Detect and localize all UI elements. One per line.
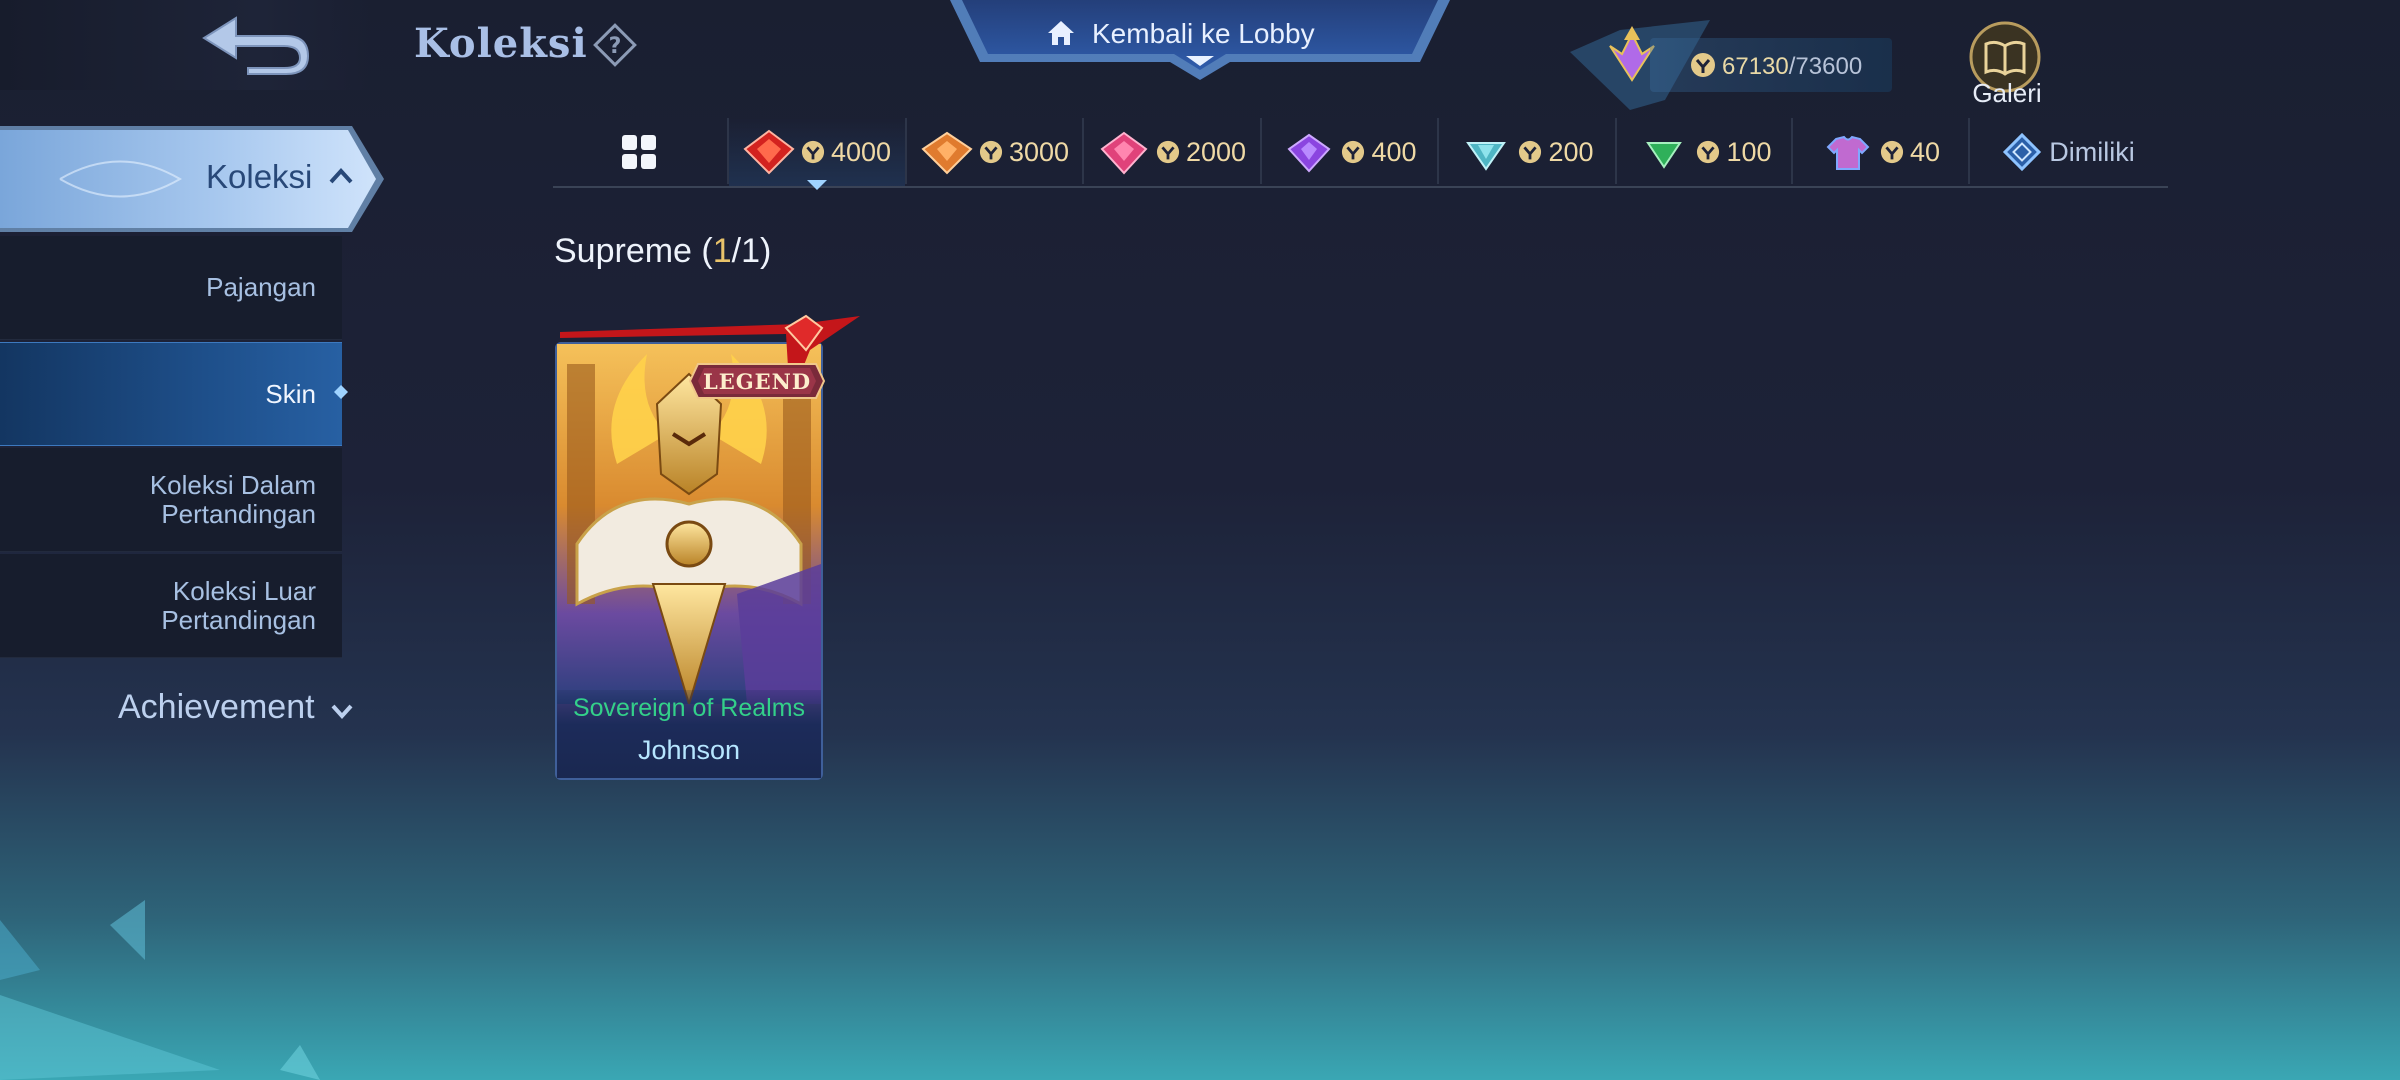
elite-gem-icon [1646,142,1683,169]
grid-icon [622,135,656,169]
tab-tier-400[interactable]: 400 [1262,118,1438,186]
tab-value: 3000 [1008,136,1070,167]
tab-dimiliki[interactable]: Dimiliki [1970,118,2166,186]
sidebar-item-label: Skin [265,378,316,409]
tab-tier-40[interactable]: 40 [1793,118,1969,186]
skin-name: Sovereign of Realms [572,694,806,722]
tab-value: 100 [1726,136,1772,167]
coin-icon [979,140,1003,164]
coin-icon [1519,140,1542,164]
sidebar-item-skin[interactable]: Skin [0,342,342,446]
sidebar-item-pajangan[interactable]: Pajangan [0,236,342,340]
coin-icon [1342,140,1365,164]
grand-gem-icon [921,131,973,175]
home-icon [1048,21,1074,45]
hero-name: Johnson [637,735,741,765]
collection-points: 67130/73600 [1722,53,1863,80]
tab-value: 2000 [1185,136,1247,167]
page-title: Koleksi [414,20,588,67]
sidebar-item-label: Pajangan [206,272,316,303]
back-to-lobby-label: Kembali ke Lobby [1092,18,1315,49]
supreme-gem-icon [743,129,795,175]
back-arrow-icon[interactable] [196,12,312,78]
tab-tier-2000[interactable]: 2000 [1084,118,1260,186]
tab-label: Dimiliki [2049,136,2135,167]
tab-tier-200[interactable]: 200 [1439,118,1615,186]
header-panel [0,0,370,90]
legend-label: LEGEND [702,369,812,394]
tab-value: 40 [1909,136,1941,167]
sidebar-koleksi-label: Koleksi [206,158,313,195]
tab-all[interactable] [553,118,725,186]
tab-value: 400 [1371,136,1417,167]
chevron-down-icon [331,704,353,719]
coin-icon [801,140,825,164]
tab-tier-3000[interactable]: 3000 [907,118,1083,186]
exquisite-gem-icon [1100,131,1148,175]
gallery-label[interactable]: Galeri [1970,78,2044,109]
owned-diamond-icon [2003,132,2042,172]
coin-icon [1156,140,1180,164]
shirt-icon [1826,135,1870,170]
coin-icon [1697,140,1720,164]
coin-icon [1880,140,1904,164]
coin-icon [1691,53,1715,77]
selected-tab-indicator-icon [807,180,827,190]
background-decoration [0,900,320,1080]
exceptional-gem-icon [1466,142,1507,171]
help-icon[interactable]: ? [590,20,640,70]
sidebar-item-label: Koleksi Luar Pertandingan [161,576,316,635]
svg-text:?: ? [609,34,622,59]
active-indicator-icon [334,385,348,399]
tab-value: 200 [1548,136,1594,167]
sidebar-item-label: Koleksi Dalam Pertandingan [149,470,316,529]
sidebar-item-koleksi-dalam-pertandingan[interactable]: Koleksi Dalam Pertandingan [0,448,342,552]
sidebar-koleksi-header[interactable] [0,124,384,234]
tab-tier-4000[interactable]: 4000 [729,118,905,186]
chevron-up-icon [329,168,353,184]
sidebar-achievement[interactable]: Achievement [118,688,315,727]
section-title: Supreme (1/1) [554,232,772,270]
tab-tier-100[interactable]: 100 [1617,118,1793,186]
tab-value: 4000 [830,136,892,167]
sidebar-item-koleksi-luar-pertandingan[interactable]: Koleksi Luar Pertandingan [0,554,342,658]
deluxe-gem-icon [1287,133,1331,173]
